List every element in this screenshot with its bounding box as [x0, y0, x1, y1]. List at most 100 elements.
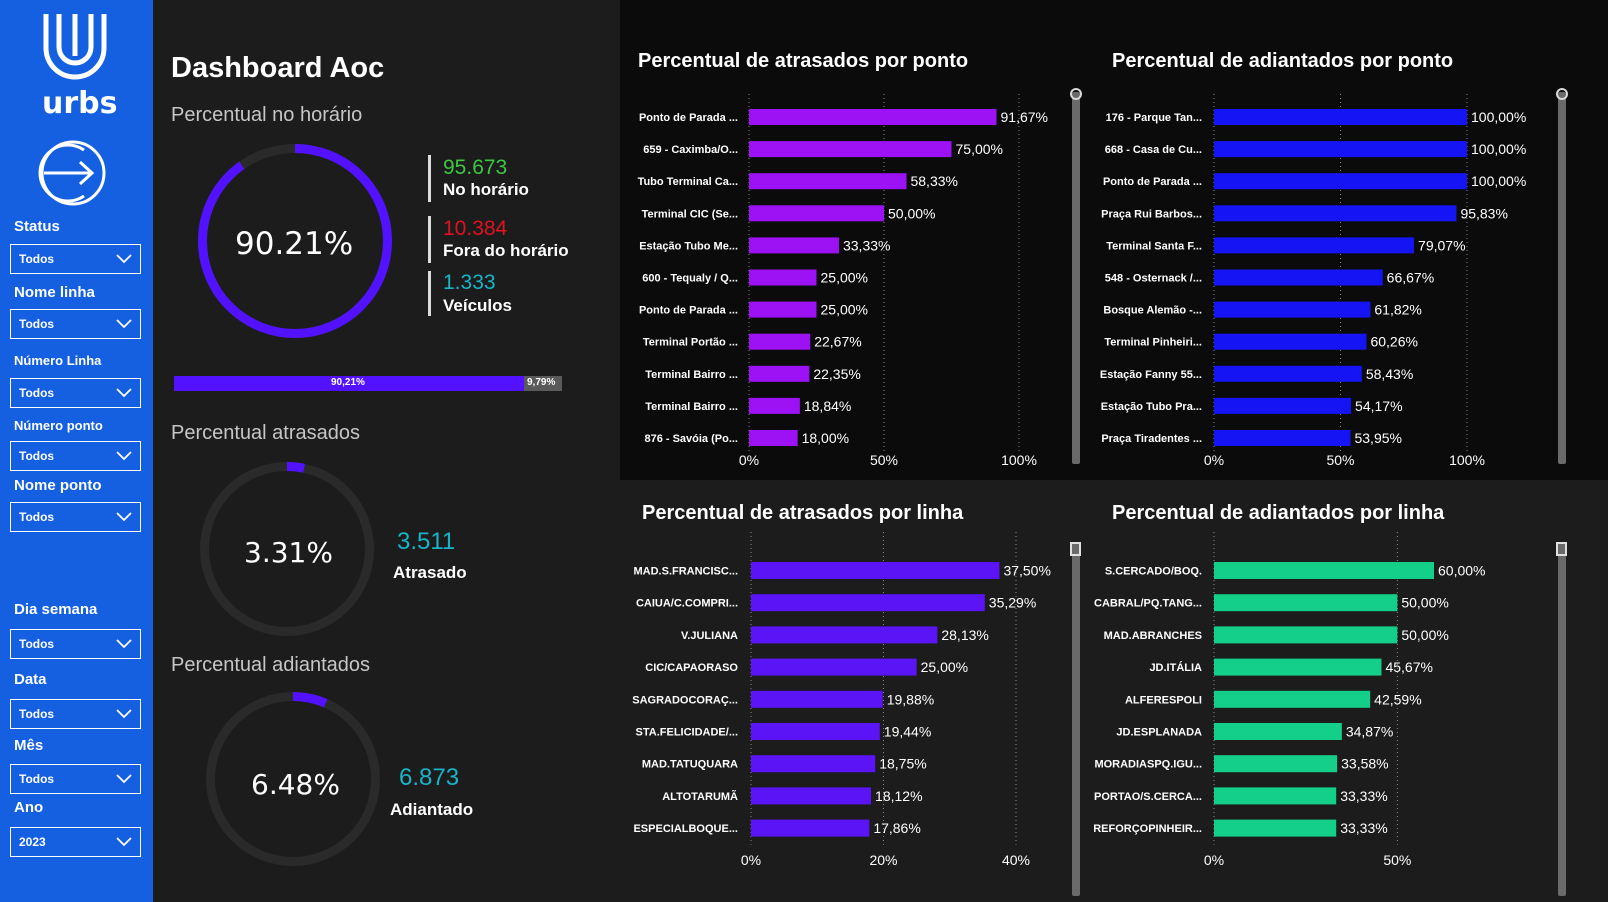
- bar[interactable]: [1214, 562, 1434, 579]
- urbs-logo-icon: [43, 14, 107, 80]
- early-by-stop-bars[interactable]: 0% 50% 100% 176 - Parque Tan... 100,00% 668 -…: [1094, 0, 1608, 480]
- bar[interactable]: [751, 723, 880, 740]
- bar[interactable]: [749, 397, 800, 414]
- bar[interactable]: [1214, 141, 1467, 158]
- bar[interactable]: [1214, 173, 1467, 190]
- filter-dropdown[interactable]: Todos: [10, 309, 141, 339]
- chevron-down-icon: [116, 774, 132, 784]
- category-label: Estação Fanny 55...: [1100, 369, 1202, 381]
- bar[interactable]: [751, 594, 985, 612]
- early-by-line-bars[interactable]: 0% 50% S.CERCADO/BOQ. 60,00% CABRAL/PQ.TANG.…: [1094, 480, 1608, 902]
- scrollbar[interactable]: [1072, 92, 1080, 464]
- x-tick-label: 50%: [870, 452, 898, 468]
- bar[interactable]: [1214, 723, 1342, 740]
- on-time-stacked-bar[interactable]: 90,21% 9,79%: [174, 376, 562, 391]
- scrollbar[interactable]: [1072, 542, 1080, 896]
- bar[interactable]: [1214, 205, 1457, 222]
- bar[interactable]: [1214, 755, 1338, 773]
- scrollbar-handle[interactable]: [1556, 88, 1568, 100]
- bar[interactable]: [751, 787, 872, 805]
- bar[interactable]: [1214, 269, 1383, 286]
- filter-dropdown[interactable]: Todos: [10, 244, 141, 274]
- stack-segment-on-time[interactable]: 90,21%: [174, 376, 524, 391]
- chart-early-by-line[interactable]: Percentual de adiantados por linha 0% 50%…: [1094, 480, 1608, 902]
- x-tick-label: 50%: [1326, 452, 1354, 468]
- vehicles-label: Veículos: [443, 296, 512, 315]
- bar[interactable]: [1214, 397, 1352, 414]
- category-label: 176 - Parque Tan...: [1106, 112, 1202, 124]
- data-label: 100,00%: [1471, 109, 1526, 125]
- filter-dropdown[interactable]: Todos: [10, 378, 141, 408]
- data-label: 45,67%: [1385, 659, 1432, 675]
- bar[interactable]: [751, 562, 1000, 579]
- filter-dropdown[interactable]: Todos: [10, 441, 141, 471]
- category-label: Terminal Bairro ...: [645, 369, 738, 381]
- bar[interactable]: [749, 205, 884, 222]
- kpi-divider: [428, 216, 431, 263]
- bar[interactable]: [751, 658, 917, 676]
- filter-dropdown[interactable]: Todos: [10, 764, 141, 794]
- filter-label: Dia semana: [14, 601, 98, 618]
- category-label: Terminal Bairro ...: [645, 401, 738, 413]
- scrollbar[interactable]: [1558, 92, 1566, 464]
- bar[interactable]: [1214, 365, 1362, 382]
- bar[interactable]: [1214, 658, 1382, 676]
- data-label: 100,00%: [1471, 141, 1526, 157]
- bar[interactable]: [1214, 430, 1351, 446]
- data-label: 50,00%: [1401, 627, 1448, 643]
- scrollbar-handle[interactable]: [1070, 88, 1082, 100]
- bar[interactable]: [1214, 787, 1337, 805]
- chart-late-by-line[interactable]: Percentual de atrasados por linha 0% 20% 4…: [620, 480, 1094, 902]
- x-tick-label: 0%: [1204, 452, 1224, 468]
- stack-segment-off-time[interactable]: 9,79%: [524, 376, 562, 391]
- bar[interactable]: [749, 301, 817, 318]
- bar[interactable]: [751, 755, 876, 773]
- late-percent: 3.31%: [244, 536, 333, 569]
- data-label: 22,35%: [813, 366, 860, 382]
- bar[interactable]: [749, 237, 839, 254]
- bar[interactable]: [1214, 626, 1398, 644]
- chart-late-by-stop[interactable]: Percentual de atrasados por ponto 0% 50% 1…: [620, 0, 1094, 480]
- data-label: 22,67%: [814, 334, 861, 350]
- bar[interactable]: [749, 141, 952, 158]
- bar[interactable]: [1214, 690, 1371, 708]
- bar[interactable]: [751, 626, 938, 644]
- bar[interactable]: [1214, 594, 1398, 612]
- logo-text: urbs: [42, 86, 118, 121]
- bar[interactable]: [749, 365, 810, 382]
- urbs-logo[interactable]: urbs: [36, 10, 117, 121]
- late-by-stop-bars[interactable]: 0% 50% 100% Ponto de Parada ... 91,67% 659 - …: [620, 0, 1094, 480]
- data-label: 66,67%: [1387, 270, 1434, 286]
- exit-arrow-icon[interactable]: [38, 138, 108, 212]
- filter-dropdown[interactable]: 2023: [10, 827, 141, 857]
- chart-early-by-stop[interactable]: Percentual de adiantados por ponto 0% 50%…: [1094, 0, 1608, 480]
- bar[interactable]: [751, 819, 870, 837]
- bar[interactable]: [749, 173, 907, 190]
- scrollbar-handle[interactable]: [1070, 542, 1081, 556]
- bar[interactable]: [749, 109, 997, 125]
- sidebar: urbs Status Todos Nome linha Todos Número Li…: [0, 0, 153, 902]
- data-label: 18,84%: [804, 398, 851, 414]
- filter-dropdown[interactable]: Todos: [10, 502, 141, 532]
- data-label: 75,00%: [956, 141, 1003, 157]
- kpi-divider: [428, 155, 431, 202]
- late-by-line-bars[interactable]: 0% 20% 40% MAD.S.FRANCISC... 37,50% CAIUA/C.C…: [620, 480, 1094, 902]
- category-label: 659 - Caximba/O...: [643, 144, 738, 156]
- bar[interactable]: [1214, 819, 1337, 837]
- bar[interactable]: [1214, 333, 1367, 350]
- data-label: 18,12%: [875, 788, 922, 804]
- bar[interactable]: [1214, 237, 1415, 254]
- scrollbar[interactable]: [1558, 542, 1566, 896]
- chevron-down-icon: [116, 319, 132, 329]
- scrollbar-handle[interactable]: [1556, 542, 1567, 556]
- filter-dropdown[interactable]: Todos: [10, 699, 141, 729]
- chevron-down-icon: [116, 709, 132, 719]
- bar[interactable]: [749, 333, 811, 350]
- bar[interactable]: [749, 430, 798, 446]
- filter-dropdown[interactable]: Todos: [10, 629, 141, 659]
- bar[interactable]: [749, 269, 817, 286]
- category-label: S.CERCADO/BOQ.: [1105, 566, 1202, 578]
- bar[interactable]: [1214, 301, 1371, 318]
- bar[interactable]: [751, 690, 883, 708]
- bar[interactable]: [1214, 109, 1467, 125]
